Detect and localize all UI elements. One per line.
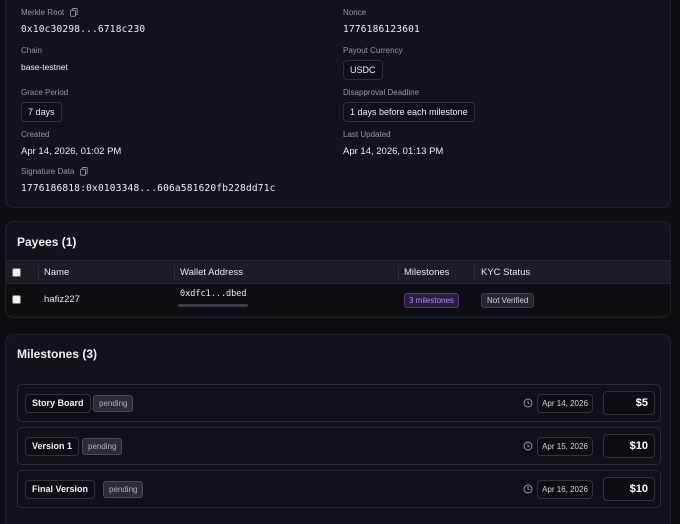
- payee-wallet-address: 0xdfc1...dbed: [180, 289, 247, 299]
- grace-period-label: Grace Period: [21, 87, 69, 97]
- milestone-amount: $5: [603, 391, 655, 415]
- milestone-name: Final Version: [25, 480, 96, 499]
- disapproval-deadline-label: Disapproval Deadline: [343, 87, 420, 97]
- last-updated-label: Last Updated: [343, 129, 391, 139]
- milestones-title: Milestones (3): [17, 347, 98, 361]
- milestones-count-badge: 3 milestones: [404, 293, 459, 308]
- payee-name: hafiz227: [44, 294, 80, 305]
- clock-icon: [523, 398, 533, 408]
- payout-currency-field: Payout Currency USDC: [343, 44, 403, 80]
- milestone-date: Apr 16, 2026: [537, 480, 593, 499]
- milestone-amount: $10: [603, 434, 655, 458]
- payout-currency-chip: USDC: [343, 60, 383, 80]
- chain-field: Chain base-testnet: [21, 44, 68, 73]
- column-header-kyc-status[interactable]: KYC Status: [481, 267, 530, 278]
- grace-period-chip: 7 days: [21, 102, 62, 122]
- payout-currency-label: Payout Currency: [343, 45, 403, 55]
- payees-table: Name Wallet Address Milestones KYC Statu…: [6, 260, 670, 315]
- chain-label: Chain: [21, 45, 42, 55]
- payees-card: Payees (1) Name Wallet Address Milestone…: [5, 221, 671, 318]
- table-row[interactable]: hafiz227 0xdfc1...dbed 3 milestones Not …: [6, 284, 670, 315]
- column-divider: [174, 265, 175, 281]
- merkle-root-label: Merkle Root: [21, 7, 65, 17]
- milestones-card: Milestones (3) Story Board pending Apr 1…: [5, 334, 671, 524]
- signature-value: 1776186818:0x0103348...606a581620fb228dd…: [21, 183, 276, 194]
- column-header-milestones[interactable]: Milestones: [404, 267, 449, 278]
- last-updated-field: Last Updated Apr 14, 2026, 01:13 PM: [343, 128, 444, 158]
- wallet-redaction: [178, 304, 248, 307]
- disapproval-deadline-field: Disapproval Deadline 1 days before each …: [343, 86, 475, 122]
- column-divider: [474, 265, 475, 281]
- milestone-date: Apr 15, 2026: [537, 437, 593, 456]
- payees-title: Payees (1): [17, 235, 77, 249]
- row-checkbox[interactable]: [12, 295, 21, 304]
- contract-details-card: Merkle Root 0x10c30298...6718c230 Nonce …: [5, 0, 671, 208]
- chain-value: base-testnet: [21, 62, 68, 72]
- signature-field: Signature Data 1776186818:0x0103348...60…: [21, 165, 276, 195]
- merkle-root-field: Merkle Root 0x10c30298...6718c230: [21, 6, 146, 36]
- milestone-item[interactable]: Version 1 pending Apr 15, 2026 $10: [17, 427, 661, 465]
- signature-label: Signature Data: [21, 166, 75, 176]
- milestone-name: Version 1: [25, 437, 80, 456]
- nonce-field: Nonce 1776186123601: [343, 6, 420, 36]
- copy-icon[interactable]: [80, 166, 89, 176]
- milestone-status-badge: pending: [93, 395, 134, 412]
- milestone-amount: $10: [603, 477, 655, 501]
- milestone-status-badge: pending: [103, 481, 144, 498]
- milestone-item[interactable]: Story Board pending Apr 14, 2026 $5: [17, 384, 661, 422]
- copy-icon[interactable]: [70, 7, 78, 17]
- nonce-value: 1776186123601: [343, 24, 420, 35]
- grace-period-field: Grace Period 7 days: [21, 86, 68, 122]
- clock-icon: [523, 441, 533, 451]
- column-divider: [38, 265, 39, 281]
- column-header-wallet-address[interactable]: Wallet Address: [180, 267, 243, 278]
- created-field: Created Apr 14, 2026, 01:02 PM: [21, 128, 122, 158]
- payees-table-header: Name Wallet Address Milestones KYC Statu…: [6, 260, 670, 284]
- merkle-root-value: 0x10c30298...6718c230: [21, 24, 146, 35]
- milestone-status-badge: pending: [82, 438, 123, 455]
- kyc-status-badge: Not Verified: [481, 293, 535, 308]
- milestone-name: Story Board: [25, 394, 91, 413]
- milestone-date: Apr 14, 2026: [537, 394, 593, 413]
- nonce-label: Nonce: [343, 7, 367, 17]
- disapproval-deadline-chip: 1 days before each milestone: [343, 102, 475, 122]
- created-label: Created: [21, 129, 50, 139]
- clock-icon: [523, 484, 533, 494]
- select-all-checkbox[interactable]: [12, 268, 21, 277]
- last-updated-value: Apr 14, 2026, 01:13 PM: [343, 146, 444, 157]
- milestone-item[interactable]: Final Version pending Apr 16, 2026 $10: [17, 470, 661, 508]
- created-value: Apr 14, 2026, 01:02 PM: [21, 146, 122, 157]
- column-header-name[interactable]: Name: [44, 267, 69, 278]
- column-divider: [398, 265, 399, 281]
